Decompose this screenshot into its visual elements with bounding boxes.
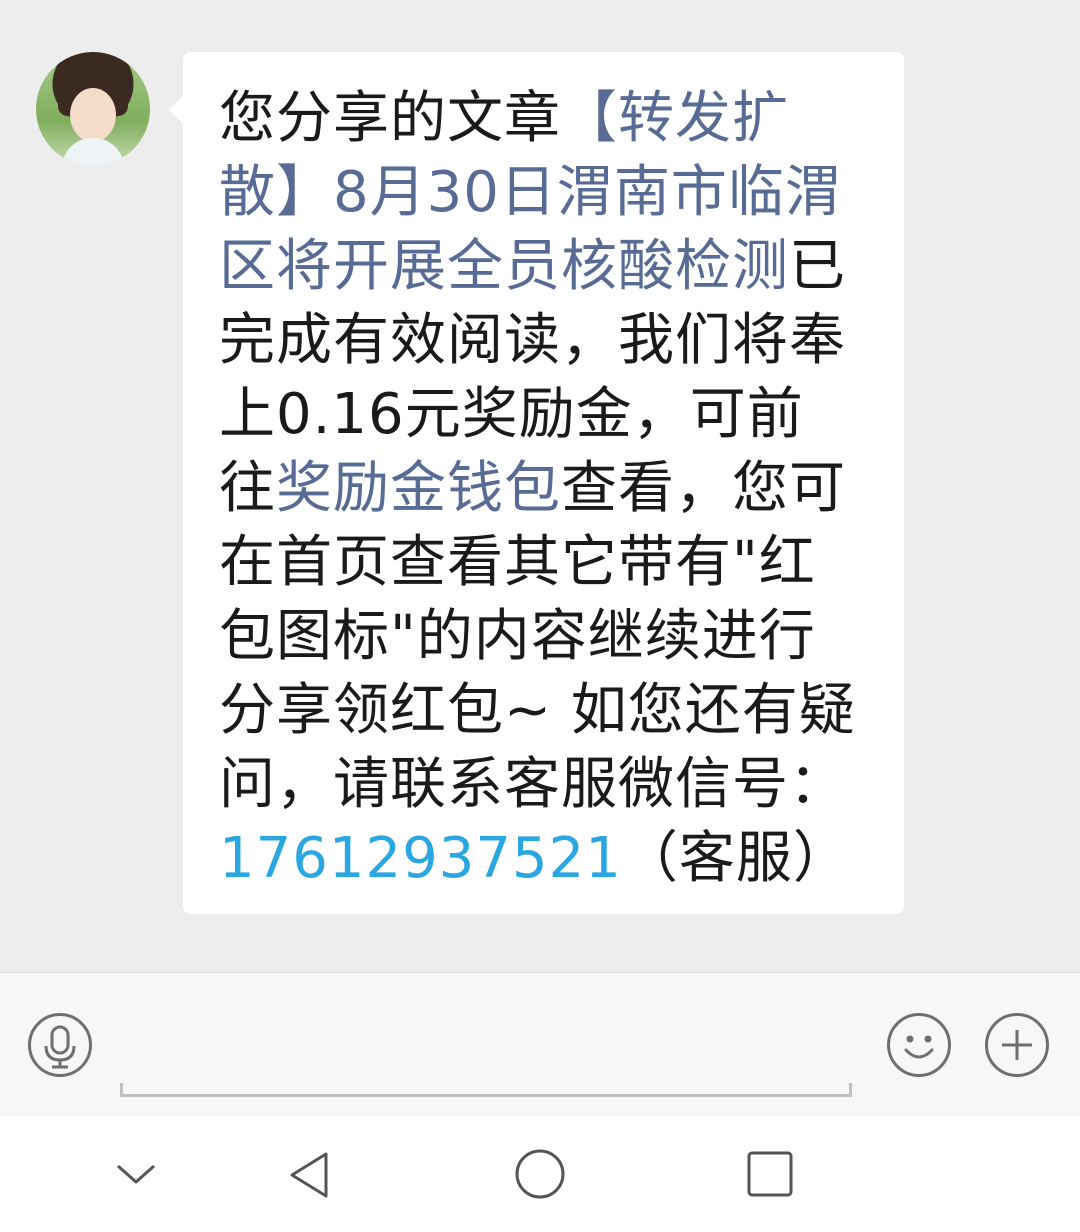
support-phone-link[interactable]: 17612937521 (219, 826, 622, 891)
plus-icon (1002, 1030, 1032, 1060)
voice-button[interactable] (28, 1013, 92, 1077)
home-circle-icon (515, 1149, 565, 1199)
recent-square-icon (747, 1151, 793, 1197)
collapse-nav-button[interactable] (106, 1144, 166, 1204)
reward-wallet-link[interactable]: 奖励金钱包 (276, 456, 561, 521)
chevron-down-icon (117, 1164, 155, 1184)
microphone-icon (44, 1025, 76, 1069)
message-text-support-label: （客服） (621, 826, 850, 891)
recent-apps-nav-button[interactable] (740, 1144, 800, 1204)
message-text: 您分享的文章【转发扩散】8月30日渭南市临渭区将开展全员核酸检测已完成有效阅读，… (219, 82, 859, 896)
back-nav-button[interactable] (280, 1144, 340, 1204)
sender-avatar[interactable] (36, 52, 150, 166)
avatar-face (70, 88, 116, 142)
input-bar (0, 972, 1080, 1116)
chat-area: 您分享的文章【转发扩散】8月30日渭南市临渭区将开展全员核酸检测已完成有效阅读，… (0, 0, 1080, 972)
back-triangle-icon (290, 1152, 328, 1198)
message-text-intro: 您分享的文章 (219, 86, 561, 151)
system-nav-bar (0, 1116, 1080, 1232)
emoji-button[interactable] (887, 1013, 951, 1077)
home-nav-button[interactable] (510, 1144, 570, 1204)
smiley-icon (904, 1035, 934, 1059)
avatar-body (62, 138, 124, 166)
message-bubble[interactable]: 您分享的文章【转发扩散】8月30日渭南市临渭区将开展全员核酸检测已完成有效阅读，… (169, 52, 904, 914)
more-button[interactable] (985, 1013, 1049, 1077)
message-input[interactable] (120, 993, 852, 1097)
